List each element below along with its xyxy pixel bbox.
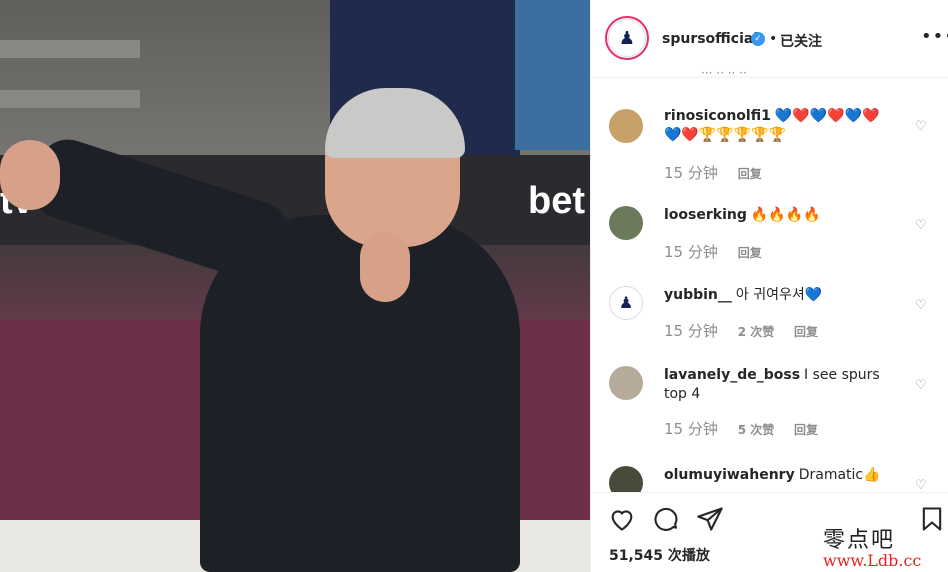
reply-button[interactable]: 回复 [794, 423, 818, 437]
comment-body: yubbin__ 아 귀여우셔💙 [664, 286, 894, 305]
stadium-step [0, 90, 140, 108]
save-bookmark-icon[interactable] [918, 505, 946, 533]
comments-list[interactable]: rinosiconolfi1 💙❤️💙❤️💙❤️💙❤️🏆🏆🏆🏆🏆 15 分钟 回复… [591, 78, 948, 492]
post-media-video[interactable]: tv bet [0, 0, 590, 572]
view-count: 51,545 次播放 [609, 548, 710, 564]
comment-time: 15 分钟 [664, 164, 718, 182]
header-separator: • [769, 31, 778, 47]
background-person [515, 0, 590, 150]
commenter-avatar[interactable] [609, 366, 643, 400]
comment-icon[interactable] [652, 505, 680, 533]
like-heart-icon[interactable]: ♡ [915, 218, 929, 233]
commenter-avatar[interactable]: ♟ [609, 286, 643, 320]
like-heart-icon[interactable]: ♡ [915, 378, 929, 393]
reply-button[interactable]: 回复 [794, 325, 818, 339]
comment-text: 아 귀여우셔💙 [735, 287, 823, 303]
like-count[interactable]: 2 次赞 [738, 325, 775, 339]
reply-button[interactable]: 回复 [738, 167, 762, 181]
like-heart-icon[interactable]: ♡ [915, 478, 929, 492]
comment-body: lavanely_de_boss I see spurs top 4 [664, 366, 894, 404]
comment-username[interactable]: lavanely_de_boss [664, 367, 800, 383]
comment-meta: 15 分钟 回复 [664, 162, 778, 183]
comment-time: 15 分钟 [664, 322, 718, 340]
watermark-url: www.Ldb.cc [823, 551, 922, 570]
follow-status-button[interactable]: 已关注 [780, 31, 822, 51]
comment-username[interactable]: olumuyiwahenry [664, 467, 795, 483]
comment-time: 15 分钟 [664, 420, 718, 438]
comment-meta: 15 分钟 2 次赞 回复 [664, 320, 834, 341]
commenter-avatar[interactable] [609, 466, 643, 492]
like-icon[interactable] [608, 505, 636, 533]
share-icon[interactable] [696, 505, 724, 533]
spurs-logo-icon: ♟ [608, 19, 646, 57]
board-text-right: bet [528, 180, 585, 222]
coach-right-fist [360, 232, 410, 302]
comment-body: olumuyiwahenry Dramatic👍 [664, 466, 894, 485]
comment-meta: 15 分钟 回复 [664, 241, 778, 262]
watermark-text: 零点吧 [823, 528, 896, 553]
coach-left-fist [0, 140, 60, 210]
post-username[interactable]: spursofficial [662, 31, 758, 47]
more-horizontal-icon[interactable]: ••• [921, 26, 948, 47]
comment-username[interactable]: looserking [664, 207, 747, 223]
comment-text: 🔥🔥🔥🔥 [750, 207, 821, 223]
comment-body: looserking 🔥🔥🔥🔥 [664, 206, 894, 225]
comment-username[interactable]: rinosiconolfi1 [664, 108, 771, 124]
comment-text: Dramatic👍 [798, 467, 881, 483]
comment-username[interactable]: yubbin__ [664, 287, 732, 303]
profile-avatar[interactable]: ♟ [605, 16, 649, 60]
like-heart-icon[interactable]: ♡ [915, 119, 929, 134]
commenter-avatar[interactable] [609, 206, 643, 240]
post-side-panel: ♟ spursofficial ✓ • 已关注 ••• ··· ·· ·· ··… [590, 0, 948, 572]
comment-body: rinosiconolfi1 💙❤️💙❤️💙❤️💙❤️🏆🏆🏆🏆🏆 [664, 107, 894, 145]
verified-badge-icon: ✓ [751, 32, 765, 46]
comment-time: 15 分钟 [664, 243, 718, 261]
comment-meta: 15 分钟 5 次赞 回复 [664, 418, 834, 439]
like-count[interactable]: 5 次赞 [738, 423, 775, 437]
stadium-step [0, 40, 140, 58]
like-heart-icon[interactable]: ♡ [915, 298, 929, 313]
reply-button[interactable]: 回复 [738, 246, 762, 260]
commenter-avatar[interactable] [609, 109, 643, 143]
post-header: ♟ spursofficial ✓ • 已关注 ••• ··· ·· ·· ·· [591, 0, 948, 80]
